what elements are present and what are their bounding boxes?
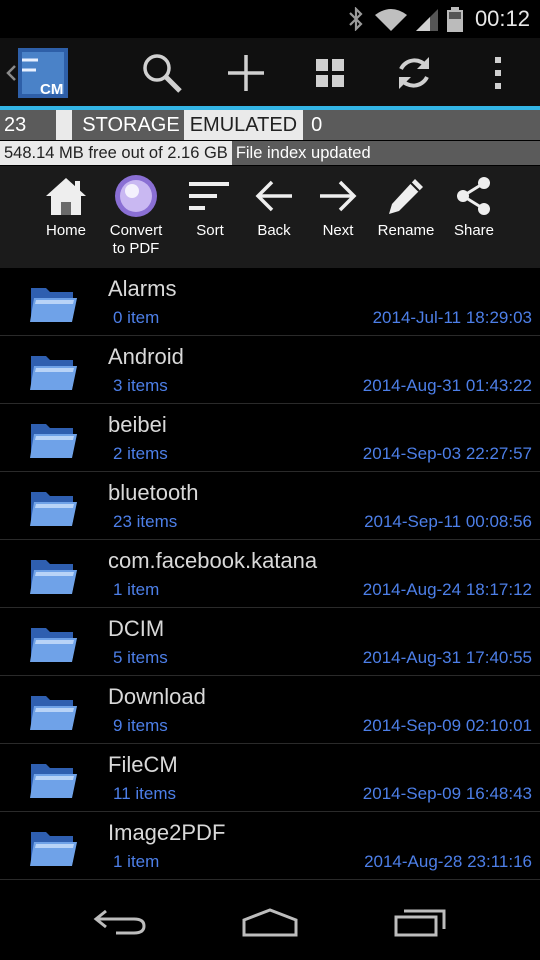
add-button[interactable] <box>222 50 270 96</box>
item-count: 1 item <box>113 580 160 599</box>
modified-date: 2014-Sep-03 22:27:57 <box>362 444 532 463</box>
share-icon <box>457 177 490 215</box>
file-name: beibei <box>108 412 167 437</box>
folder-icon <box>30 424 77 458</box>
share-label: Share <box>453 222 495 239</box>
back-arrow-icon <box>93 909 146 935</box>
folder-icon <box>30 560 77 594</box>
search-icon <box>143 54 182 93</box>
list-item[interactable]: beibei 2 items 2014-Sep-03 22:27:57 <box>0 404 540 472</box>
file-name: FileCM <box>108 752 178 777</box>
refresh-icon <box>399 57 429 89</box>
file-name: Download <box>108 684 206 709</box>
wifi-icon <box>375 9 407 31</box>
folder-icon <box>30 492 77 526</box>
modified-date: 2014-Jul-11 18:29:03 <box>372 308 532 327</box>
list-item[interactable]: Android 3 items 2014-Aug-31 01:43:22 <box>0 336 540 404</box>
item-count: 11 items <box>113 784 176 803</box>
modified-date: 2014-Aug-31 01:43:22 <box>362 376 532 395</box>
file-name: com.facebook.katana <box>108 548 318 573</box>
system-recents-button[interactable] <box>380 902 460 942</box>
modified-date: 2014-Aug-24 18:17:12 <box>362 580 532 599</box>
list-item[interactable]: com.facebook.katana 1 item 2014-Aug-24 1… <box>0 540 540 608</box>
list-item[interactable]: Alarms 0 item 2014-Jul-11 18:29:03 <box>0 268 540 336</box>
app-logo-up-button[interactable]: CM <box>4 48 68 98</box>
back-chevron-icon <box>6 65 16 81</box>
sort-icon <box>189 182 229 210</box>
folder-icon <box>30 288 77 322</box>
item-count: 0 item <box>113 308 160 327</box>
breadcrumb: 23 STORAGE EMULATED 0 <box>0 110 540 140</box>
arrow-left-icon <box>255 180 292 212</box>
free-space-text: 548.14 MB free out of 2.16 GB <box>0 141 232 165</box>
item-count: 3 items <box>113 376 168 395</box>
arrow-right-icon <box>320 180 357 212</box>
filecm-logo-icon: CM <box>18 48 68 98</box>
storage-info-bar: 548.14 MB free out of 2.16 GB File index… <box>0 141 540 165</box>
home-icon <box>46 178 86 215</box>
add-icon <box>228 55 264 91</box>
search-button[interactable] <box>138 50 186 96</box>
breadcrumb-item[interactable]: 23 <box>0 110 30 140</box>
signal-icon <box>416 9 438 31</box>
grid-icon <box>316 59 344 87</box>
file-name: Android <box>108 344 184 369</box>
list-item[interactable]: Download 9 items 2014-Sep-09 02:10:01 <box>0 676 540 744</box>
modified-date: 2014-Aug-28 23:11:16 <box>364 852 532 871</box>
pencil-icon <box>389 179 423 214</box>
convert-label-line2: to PDF <box>112 240 160 257</box>
item-count: 2 items <box>113 444 168 463</box>
status-bar: 00:12 <box>0 0 540 38</box>
modified-date: 2014-Sep-09 02:10:01 <box>362 716 532 735</box>
system-home-button[interactable] <box>230 902 310 942</box>
svg-text:CM: CM <box>40 81 63 98</box>
breadcrumb-item-current[interactable]: 0 <box>303 110 326 140</box>
home-label: Home <box>45 222 86 239</box>
system-back-button[interactable] <box>80 902 160 942</box>
overflow-menu-button[interactable] <box>474 50 522 96</box>
list-item[interactable]: bluetooth 23 items 2014-Sep-11 00:08:56 <box>0 472 540 540</box>
breadcrumb-separator <box>56 110 73 140</box>
breadcrumb-item-emulated[interactable]: EMULATED <box>183 110 304 140</box>
battery-icon <box>447 7 463 32</box>
index-status-text: File index updated <box>235 143 371 162</box>
modified-date: 2014-Aug-31 17:40:55 <box>362 648 532 667</box>
overflow-menu-icon <box>495 57 501 89</box>
item-count: 9 items <box>113 716 168 735</box>
file-name: Image2PDF <box>108 820 226 845</box>
action-bar: CM <box>0 38 540 108</box>
file-list: Alarms 0 item 2014-Jul-11 18:29:03 Andro… <box>0 268 540 880</box>
item-count: 5 items <box>113 648 168 667</box>
file-name: DCIM <box>108 616 165 641</box>
folder-icon <box>30 628 77 662</box>
folder-icon <box>30 696 77 730</box>
grid-view-button[interactable] <box>306 50 354 96</box>
convert-label-line1: Convert <box>109 222 163 239</box>
home-outline-icon <box>242 908 298 937</box>
convert-pdf-icon <box>115 175 157 217</box>
system-nav-bar <box>0 880 540 960</box>
share-button[interactable]: Share <box>434 170 514 240</box>
list-item[interactable]: DCIM 5 items 2014-Aug-31 17:40:55 <box>0 608 540 676</box>
home-button[interactable]: Home <box>26 170 106 240</box>
convert-to-pdf-button[interactable]: Convert to PDF <box>96 170 176 258</box>
list-item[interactable]: Image2PDF 1 item 2014-Aug-28 23:11:16 <box>0 812 540 880</box>
bluetooth-icon <box>349 7 363 31</box>
item-count: 23 items <box>113 512 178 531</box>
file-name: bluetooth <box>108 480 199 505</box>
clock: 00:12 <box>474 6 530 31</box>
file-name: Alarms <box>108 276 177 301</box>
folder-icon <box>30 832 77 866</box>
recents-icon <box>394 909 446 937</box>
folder-icon <box>30 764 77 798</box>
breadcrumb-item-storage[interactable]: STORAGE <box>78 110 183 140</box>
list-item[interactable]: FileCM 11 items 2014-Sep-09 16:48:43 <box>0 744 540 812</box>
refresh-button[interactable] <box>390 50 438 96</box>
folder-icon <box>30 356 77 390</box>
modified-date: 2014-Sep-11 00:08:56 <box>364 512 532 531</box>
toolbar: Home Convert to PDF Sort Back Next Renam… <box>0 166 540 268</box>
modified-date: 2014-Sep-09 16:48:43 <box>362 784 532 803</box>
item-count: 1 item <box>113 852 160 871</box>
